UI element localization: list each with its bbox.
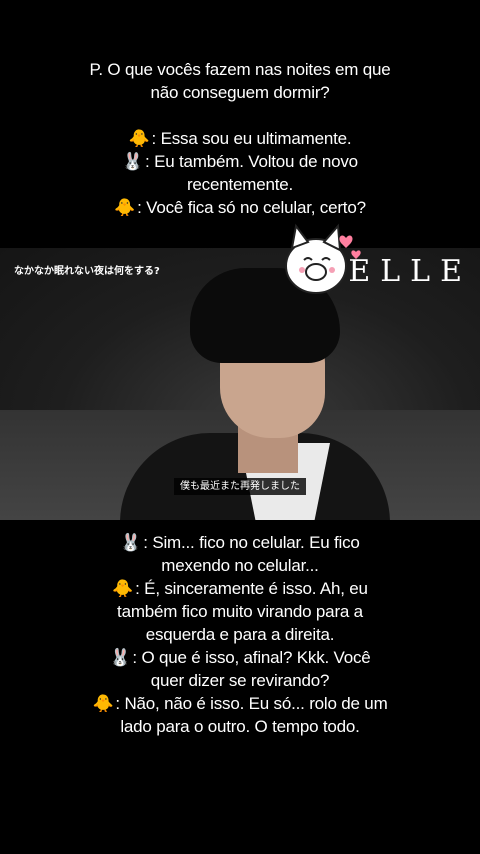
dialogue-line: 🐥: Não, não é isso. Eu só... rolo de um <box>0 692 480 715</box>
brand-logo: ELLE <box>348 254 472 289</box>
cat-sticker-icon <box>285 223 361 294</box>
dialogue-line: 🐥: É, sinceramente é isso. Ah, eu <box>0 577 480 600</box>
chick-icon: 🐥 <box>114 198 136 217</box>
dialogue-text: : Eu também. Voltou de novo <box>145 152 358 171</box>
video-frame[interactable]: なかなか眠れない夜は何をする? ELLE 僕も最近また再発しました <box>0 248 480 520</box>
dialogue-text: lado para o outro. O tempo todo. <box>120 717 360 736</box>
rabbit-icon: 🐰 <box>109 648 131 667</box>
dialogue-line: 🐰: Sim... fico no celular. Eu fico <box>0 531 480 554</box>
video-title: なかなか眠れない夜は何をする? <box>14 266 160 277</box>
chick-icon: 🐥 <box>92 694 114 713</box>
dialogue-text: : Sim... fico no celular. Eu fico <box>143 533 360 552</box>
dialogue-text: também fico muito virando para a <box>117 602 363 621</box>
dialogue-text: : Essa sou eu ultimamente. <box>151 129 352 148</box>
video-subtitle: 僕も最近また再発しました <box>0 476 480 495</box>
question-line-1: P. O que vocês fazem nas noites em que <box>89 60 391 79</box>
dialogue-text: mexendo no celular... <box>161 556 319 575</box>
dialogue-line: 🐥: Essa sou eu ultimamente. <box>0 127 480 150</box>
top-caption: P. O que vocês fazem nas noites em que n… <box>0 58 480 219</box>
bottom-caption: 🐰: Sim... fico no celular. Eu fico mexen… <box>0 531 480 738</box>
dialogue-text: : Não, não é isso. Eu só... rolo de um <box>115 694 388 713</box>
dialogue-text: : O que é isso, afinal? Kkk. Você <box>132 648 371 667</box>
dialogue-text: : É, sinceramente é isso. Ah, eu <box>135 579 368 598</box>
dialogue-line: 🐰: Eu também. Voltou de novo <box>0 150 480 173</box>
rabbit-icon: 🐰 <box>122 152 144 171</box>
dialogue-text: esquerda e para a direita. <box>145 625 335 644</box>
dialogue-text: recentemente. <box>186 175 294 194</box>
rabbit-icon: 🐰 <box>120 533 142 552</box>
dialogue-line: 🐥: Você fica só no celular, certo? <box>0 196 480 219</box>
chick-icon: 🐥 <box>128 129 150 148</box>
dialogue-line: 🐰: O que é isso, afinal? Kkk. Você <box>0 646 480 669</box>
dialogue-text: quer dizer se revirando? <box>150 671 330 690</box>
dialogue-text: : Você fica só no celular, certo? <box>137 198 366 217</box>
chick-icon: 🐥 <box>112 579 134 598</box>
question-line-2: não conseguem dormir? <box>150 83 330 102</box>
